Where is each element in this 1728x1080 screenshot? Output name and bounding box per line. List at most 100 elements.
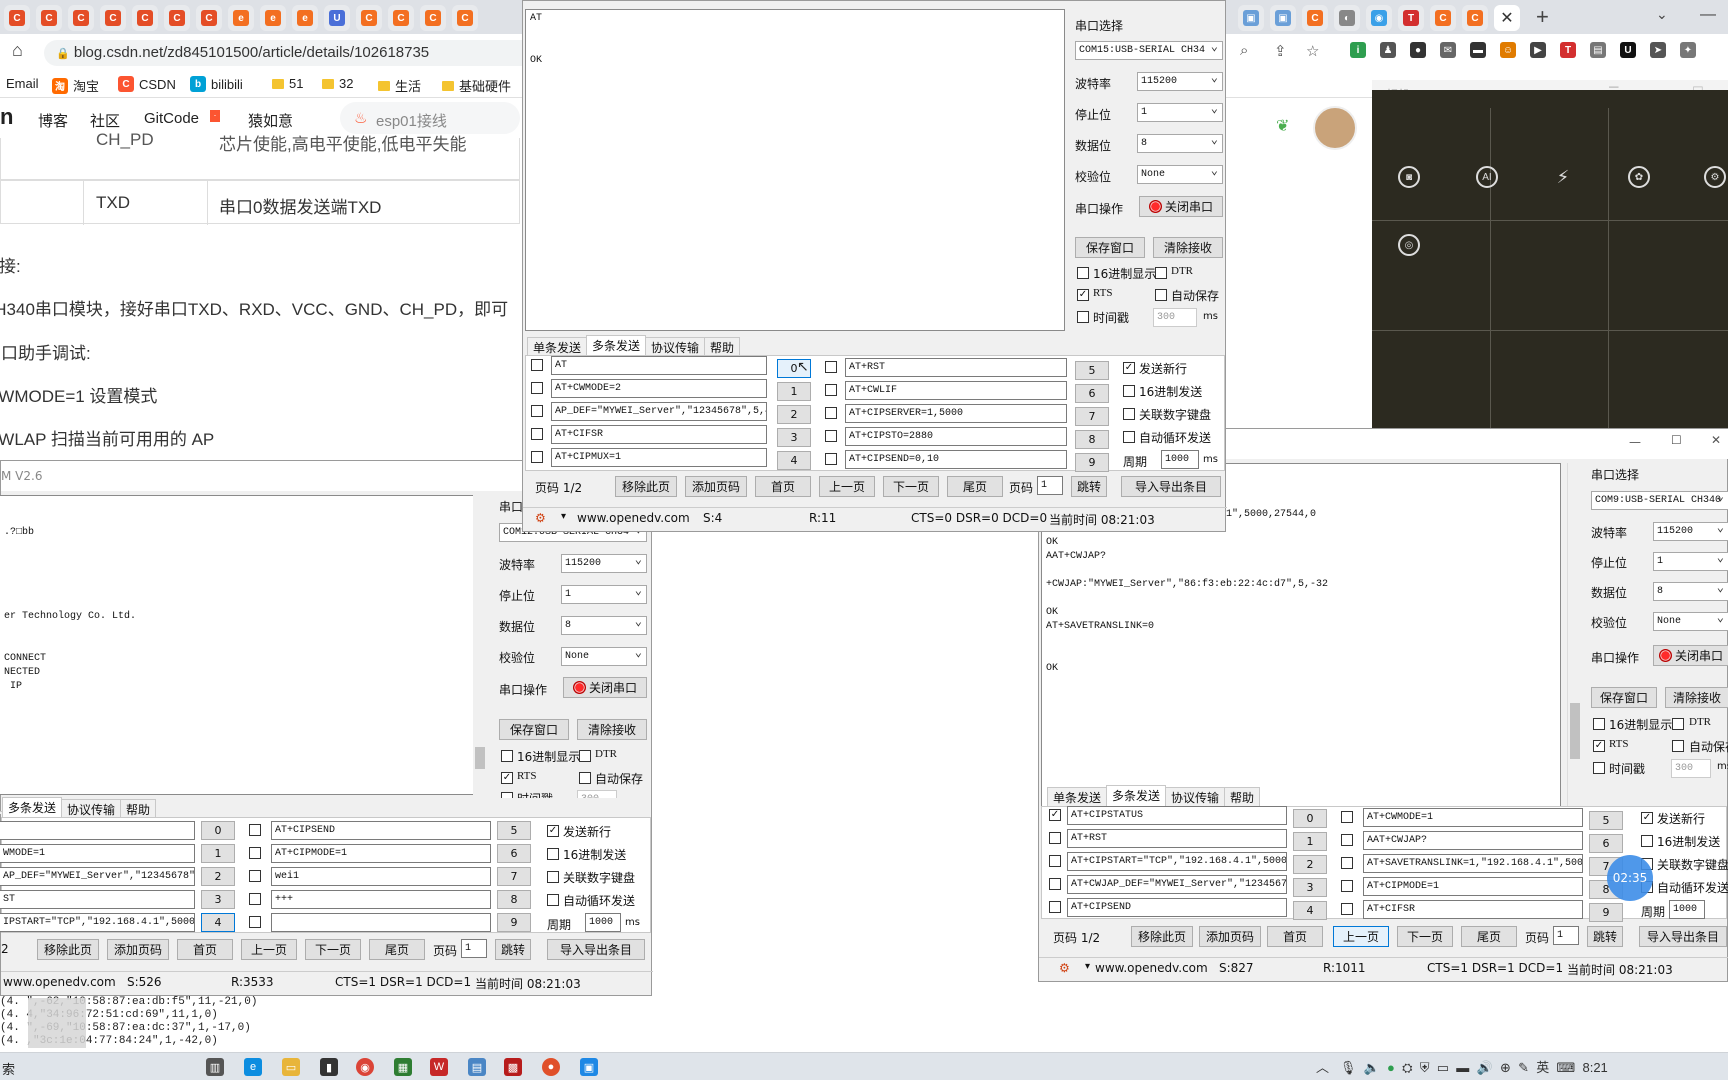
parity-select[interactable]: None bbox=[1137, 163, 1223, 184]
bookmark-folder-hardware[interactable]: 基础硬件 bbox=[442, 76, 511, 95]
browser-tab[interactable]: C bbox=[36, 5, 62, 31]
cmd-input[interactable]: AT+CWMODE=1 bbox=[1363, 808, 1583, 827]
send-cmd-button[interactable]: 7 bbox=[1075, 407, 1109, 426]
tab-multi-send[interactable]: 多条发送 bbox=[586, 335, 647, 357]
cmd-input[interactable]: AT+CWJAP_DEF="MYWEI_Server","1234567 bbox=[1067, 875, 1287, 894]
browser-tab[interactable]: ◐ bbox=[1334, 5, 1360, 31]
timestamp-input[interactable]: 300 bbox=[1153, 308, 1197, 327]
cmd-checkbox[interactable] bbox=[1049, 878, 1061, 890]
cmd-input[interactable]: AP_DEF="MYWEI_Server","12345678" bbox=[0, 867, 195, 886]
timestamp-checkbox[interactable] bbox=[501, 792, 513, 798]
cmd-input[interactable]: AT+CIPSEND=0,10 bbox=[845, 450, 1067, 469]
network-icon[interactable]: ⛭ bbox=[1402, 1060, 1412, 1075]
cmd-checkbox[interactable] bbox=[249, 893, 261, 905]
cmd-checkbox[interactable] bbox=[825, 453, 837, 465]
remove-page-button[interactable]: 移除此页 bbox=[37, 939, 99, 960]
volume-icon[interactable]: 🔈 bbox=[1364, 1060, 1380, 1075]
cmd-checkbox[interactable] bbox=[249, 916, 261, 928]
receive-area[interactable]: .?□bb er Technology Co. Ltd. CONNECT NEC… bbox=[0, 495, 475, 795]
settings-icon[interactable]: ⚙ bbox=[1704, 166, 1726, 188]
extension-icon[interactable]: ♟ bbox=[1380, 42, 1396, 58]
cmd-input[interactable] bbox=[271, 913, 491, 932]
site-link[interactable]: www.openedv.com bbox=[1095, 961, 1208, 975]
taskbar-search[interactable]: 索 bbox=[2, 1059, 15, 1078]
cmd-input[interactable]: AT+SAVETRANSLINK=1,"192.168.4.1",500 bbox=[1363, 854, 1583, 873]
cmd-checkbox[interactable] bbox=[531, 359, 543, 371]
cmd-input[interactable]: WMODE=1 bbox=[0, 844, 195, 863]
baud-select[interactable]: 115200 bbox=[1137, 70, 1223, 91]
app-icon[interactable]: ● bbox=[542, 1058, 560, 1076]
cmd-checkbox[interactable] bbox=[1049, 832, 1061, 844]
cmd-input[interactable]: AT+CIPMODE=1 bbox=[271, 844, 491, 863]
import-export-button[interactable]: 导入导出条目 bbox=[547, 939, 645, 960]
send-cmd-button[interactable]: 2 bbox=[201, 867, 235, 886]
send-cmd-button[interactable]: 8 bbox=[1075, 430, 1109, 449]
browser-tab[interactable]: C bbox=[1302, 5, 1328, 31]
send-cmd-button[interactable]: 6 bbox=[497, 844, 531, 863]
send-cmd-button[interactable]: 1 bbox=[201, 844, 235, 863]
bookmark-folder-32[interactable]: 32 bbox=[322, 76, 353, 91]
send-cmd-button[interactable]: 7 bbox=[497, 867, 531, 886]
clear-receive-button[interactable]: 清除接收 bbox=[577, 719, 647, 740]
shield-icon[interactable]: ⛨ bbox=[1420, 1060, 1430, 1075]
browser-tab[interactable]: ◉ bbox=[1366, 5, 1392, 31]
period-input[interactable]: 1000 bbox=[1669, 900, 1705, 919]
timestamp-input[interactable]: 300 bbox=[577, 790, 617, 798]
extension-icon[interactable]: ● bbox=[1410, 42, 1426, 58]
cmd-input[interactable]: wei1 bbox=[271, 867, 491, 886]
bookmark-folder-51[interactable]: 51 bbox=[272, 76, 303, 91]
extension-icon[interactable]: ☺ bbox=[1500, 42, 1516, 58]
bookmark-bilibili[interactable]: b bilibili bbox=[190, 76, 243, 92]
new-tab-icon[interactable]: + bbox=[1536, 4, 1549, 30]
first-page-button[interactable]: 首页 bbox=[755, 476, 811, 497]
cmd-checkbox[interactable] bbox=[249, 824, 261, 836]
bookmark-folder-life[interactable]: 生活 bbox=[378, 76, 421, 95]
send-cmd-button[interactable]: 0 bbox=[201, 821, 235, 840]
period-input[interactable]: 1000 bbox=[1161, 450, 1199, 469]
flash-off-icon[interactable]: ⚡ bbox=[1552, 166, 1574, 188]
dtr-checkbox[interactable] bbox=[1672, 718, 1684, 730]
nav-gitcode[interactable]: GitCode bbox=[144, 110, 199, 127]
send-cmd-button[interactable]: 5 bbox=[1075, 361, 1109, 380]
minimize-icon[interactable]: — bbox=[1629, 435, 1641, 449]
cmd-input[interactable]: AT+CIPSEND bbox=[1067, 898, 1287, 917]
site-link[interactable]: www.openedv.com bbox=[3, 975, 116, 989]
cmd-checkbox[interactable] bbox=[531, 382, 543, 394]
jump-button[interactable]: 跳转 bbox=[1587, 926, 1623, 947]
cmd-input[interactable]: AT+CIFSR bbox=[551, 425, 767, 444]
cmd-input[interactable]: AT+CIPSTO=2880 bbox=[845, 427, 1067, 446]
cmd-input[interactable]: AT+CWLIF bbox=[845, 381, 1067, 400]
save-window-button[interactable]: 保存窗口 bbox=[1591, 687, 1657, 708]
page-input[interactable]: 1 bbox=[461, 939, 487, 958]
battery-icon[interactable]: ▬ bbox=[1456, 1060, 1469, 1075]
tab-single-send[interactable]: 单条发送 bbox=[527, 337, 588, 357]
cmd-checkbox[interactable] bbox=[531, 451, 543, 463]
hex-send-checkbox[interactable] bbox=[1641, 835, 1653, 847]
mic-icon[interactable]: 🎙 bbox=[1340, 1060, 1357, 1075]
send-cmd-button[interactable]: 0 bbox=[1293, 809, 1327, 828]
prev-page-button[interactable]: 上一页 bbox=[1333, 926, 1389, 947]
tab-protocol[interactable]: 协议传输 bbox=[1165, 787, 1226, 807]
cmd-input[interactable]: AT+CWMODE=2 bbox=[551, 379, 767, 398]
timer-badge[interactable]: 02:35 bbox=[1607, 855, 1653, 901]
cmd-checkbox[interactable] bbox=[1049, 855, 1061, 867]
cmd-checkbox[interactable] bbox=[825, 407, 837, 419]
baud-select[interactable]: 115200 bbox=[561, 552, 647, 573]
prev-page-button[interactable]: 上一页 bbox=[819, 476, 875, 497]
hex-send-checkbox[interactable] bbox=[547, 848, 559, 860]
close-port-button[interactable]: 关闭串口 bbox=[1139, 196, 1223, 217]
bookmark-email[interactable]: Email bbox=[6, 76, 39, 91]
auto-save-checkbox[interactable] bbox=[1155, 289, 1167, 301]
tray-chevron-icon[interactable]: ︿ bbox=[1316, 1060, 1329, 1075]
hex-display-checkbox[interactable] bbox=[1077, 267, 1089, 279]
bookmark-csdn[interactable]: C CSDN bbox=[118, 76, 176, 92]
app-icon[interactable]: ▣ bbox=[580, 1058, 598, 1076]
extension-icon[interactable]: ✉ bbox=[1440, 42, 1456, 58]
gear-icon[interactable]: ⚙ bbox=[1059, 961, 1070, 975]
dtr-checkbox[interactable] bbox=[1155, 267, 1167, 279]
close-port-button[interactable]: 关闭串口 bbox=[1653, 645, 1728, 666]
send-cmd-button[interactable]: 8 bbox=[497, 890, 531, 909]
chrome-icon[interactable]: ◉ bbox=[356, 1058, 374, 1076]
home-icon[interactable]: ⌂ bbox=[12, 40, 23, 61]
tab-protocol[interactable]: 协议传输 bbox=[61, 799, 122, 819]
